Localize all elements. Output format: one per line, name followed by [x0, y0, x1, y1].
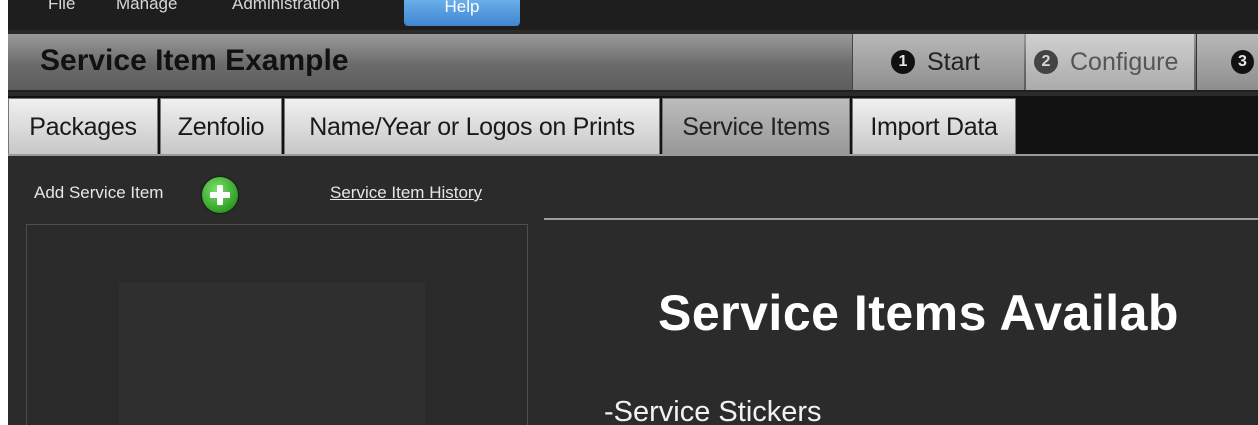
menu-administration[interactable]: Administration — [232, 0, 340, 14]
content-heading: Service Items Availab — [658, 285, 1179, 341]
tab-service-items[interactable]: Service Items — [662, 98, 850, 156]
tab-import-data[interactable]: Import Data — [852, 98, 1016, 156]
step-configure[interactable]: 2 Configure — [1026, 34, 1194, 90]
service-item-history-link[interactable]: Service Item History — [330, 183, 482, 203]
tab-divider — [8, 154, 1258, 156]
menu-manage[interactable]: Manage — [116, 0, 177, 14]
step-label-start: Start — [927, 47, 980, 76]
service-item-list[interactable] — [26, 224, 528, 425]
plus-circle-icon[interactable] — [202, 177, 238, 213]
list-placeholder — [119, 283, 425, 425]
app-window: File Manage Administration Help Service … — [8, 0, 1258, 425]
add-service-item-label[interactable]: Add Service Item — [34, 183, 163, 203]
tab-name-year-logos[interactable]: Name/Year or Logos on Prints — [284, 98, 660, 156]
menu-help[interactable]: Help — [404, 0, 520, 26]
menu-bar: File Manage Administration Help — [8, 0, 1258, 30]
tab-packages[interactable]: Packages — [8, 98, 158, 156]
tab-strip: Packages Zenfolio Name/Year or Logos on … — [8, 96, 1258, 156]
step-number-3: 3 — [1231, 50, 1254, 74]
content-item: -Service Stickers — [604, 396, 822, 425]
menu-file[interactable]: File — [48, 0, 75, 14]
step-start[interactable]: 1 Start — [852, 34, 1024, 90]
page-title: Service Item Example — [40, 44, 349, 77]
content-divider — [544, 218, 1258, 220]
step-3[interactable]: 3 — [1196, 34, 1258, 90]
step-label-configure: Configure — [1070, 47, 1179, 76]
tab-zenfolio[interactable]: Zenfolio — [160, 98, 282, 156]
step-number-2: 2 — [1034, 50, 1058, 74]
step-number-1: 1 — [891, 50, 915, 74]
title-bar: Service Item Example 1 Start 2 Configure… — [8, 34, 1258, 92]
